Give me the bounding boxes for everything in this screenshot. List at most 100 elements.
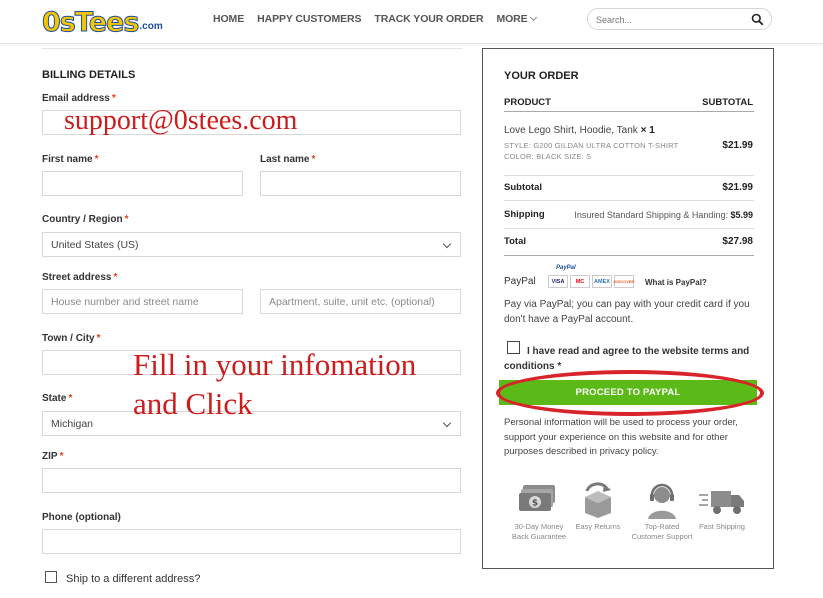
first-name-label: First name *	[42, 154, 98, 165]
state-label-text: State	[42, 393, 67, 404]
discover-icon: DISCOVER	[614, 275, 634, 288]
phone-label: Phone (optional)	[42, 512, 121, 523]
order-title: YOUR ORDER	[504, 70, 579, 82]
col-product-header: PRODUCT	[504, 97, 551, 108]
order-summary: YOUR ORDER PRODUCT SUBTOTAL Love Lego Sh…	[482, 48, 774, 569]
product-qty: × 1	[640, 125, 655, 136]
badge-line: Fast Shipping	[699, 522, 745, 531]
product-name-text: Love Lego Shirt, Hoodie, Tank	[504, 125, 638, 136]
city-label-text: Town / City	[42, 333, 95, 344]
badge-line: Customer Support	[631, 532, 693, 541]
badge-line: Back Guarantee	[511, 532, 567, 541]
first-name-label-text: First name	[42, 154, 93, 165]
nav-home[interactable]: HOME	[213, 13, 244, 25]
required-mark: *	[111, 93, 116, 104]
divider	[504, 228, 754, 229]
subtotal-value: $21.99	[722, 182, 753, 193]
email-label: Email address *	[42, 93, 116, 104]
main-nav: HOME HAPPY CUSTOMERS TRACK YOUR ORDER MO…	[213, 13, 549, 25]
total-label: Total	[504, 236, 526, 247]
instruction-annotation: Fill in your infomation and Click	[133, 345, 416, 423]
instruction-line-1: Fill in your infomation	[133, 347, 417, 382]
badge-line: Easy Returns	[575, 522, 621, 531]
phone-field[interactable]	[42, 529, 461, 554]
privacy-notice: Personal information will be used to pro…	[504, 417, 738, 457]
ship-different-checkbox[interactable]	[45, 571, 57, 583]
state-value: Michigan	[51, 418, 94, 430]
divider	[504, 111, 754, 112]
shipping-value: $5.99	[730, 210, 753, 220]
site-header: 0sTees .com HOME HAPPY CUSTOMERS TRACK Y…	[0, 0, 823, 44]
city-label: Town / City *	[42, 333, 101, 344]
first-name-field[interactable]	[42, 171, 243, 196]
amex-icon: AMEX	[592, 275, 612, 288]
nav-more[interactable]: MORE	[496, 13, 537, 25]
zip-label: ZIP *	[42, 451, 63, 462]
logo-text: 0sTees	[41, 7, 139, 38]
nav-track-order[interactable]: TRACK YOUR ORDER	[374, 13, 483, 25]
divider	[504, 175, 754, 176]
badge-customer-support: Top-Rated Customer Support	[629, 481, 695, 542]
badge-line: Top-Rated	[644, 522, 680, 531]
last-name-field[interactable]	[260, 171, 461, 196]
site-logo[interactable]: 0sTees .com	[41, 2, 163, 38]
billing-title: BILLING DETAILS	[42, 69, 136, 81]
shipping-method-text: Insured Standard Shipping & Handing:	[574, 210, 728, 220]
state-label: State *	[42, 393, 72, 404]
street-label-text: Street address	[42, 272, 112, 283]
paypal-logo-text: PayPal	[556, 265, 576, 271]
badge-easy-returns: Easy Returns	[567, 481, 629, 532]
product-price: $21.99	[722, 140, 753, 151]
support-headset-icon	[648, 483, 676, 519]
divider	[42, 48, 462, 49]
email-label-text: Email address	[42, 93, 110, 104]
zip-label-text: ZIP	[42, 451, 58, 462]
search-box	[587, 8, 772, 30]
street-label: Street address *	[42, 272, 117, 283]
search-icon[interactable]	[751, 13, 764, 26]
nav-happy-customers[interactable]: HAPPY CUSTOMERS	[257, 13, 361, 25]
country-label: Country / Region *	[42, 214, 128, 225]
chevron-down-icon	[529, 13, 537, 22]
required-mark: *	[311, 154, 316, 165]
zip-field[interactable]	[42, 468, 461, 493]
product-name: Love Lego Shirt, Hoodie, Tank × 1	[504, 125, 655, 136]
street-address-2-field[interactable]	[260, 289, 461, 314]
logo-domain: .com	[139, 21, 163, 32]
divider	[504, 255, 754, 256]
badge-line: 30-Day Money	[514, 522, 564, 531]
last-name-label-text: Last name	[260, 154, 310, 165]
country-select[interactable]: United States (US)	[42, 232, 461, 257]
product-color-size: COLOR: BLACK SIZE: S	[504, 152, 592, 161]
nav-more-label: MORE	[496, 13, 528, 25]
last-name-label: Last name *	[260, 154, 315, 165]
required-mark: *	[113, 272, 118, 283]
terms-checkbox[interactable]	[507, 341, 520, 354]
col-subtotal-header: SUBTOTAL	[702, 97, 753, 108]
total-value: $27.98	[722, 236, 753, 247]
box-return-icon	[585, 482, 611, 518]
instruction-line-2: and Click	[133, 386, 253, 421]
chevron-down-icon	[442, 239, 452, 249]
shipping-method: Insured Standard Shipping & Handing: $5.…	[574, 210, 753, 220]
street-address-field[interactable]	[42, 289, 243, 314]
what-is-paypal-link[interactable]: What is PayPal?	[645, 278, 707, 287]
proceed-to-paypal-button[interactable]: PROCEED TO PAYPAL	[499, 380, 757, 405]
terms-label[interactable]: I have read and agree to the website ter…	[504, 344, 766, 374]
country-label-text: Country / Region	[42, 214, 123, 225]
subtotal-label: Subtotal	[504, 182, 542, 193]
divider	[504, 200, 754, 201]
required-mark: *	[96, 333, 101, 344]
badge-fast-shipping: Fast Shipping	[691, 481, 753, 532]
required-mark: *	[59, 451, 64, 462]
ship-different-label[interactable]: Ship to a different address?	[66, 573, 200, 585]
payment-card-logos: PayPal VISA MC AMEX DISCOVER	[548, 265, 634, 288]
paypal-method-label[interactable]: PayPal	[504, 276, 536, 287]
svg-text:$: $	[532, 499, 538, 509]
mastercard-icon: MC	[570, 275, 590, 288]
search-input[interactable]	[596, 12, 746, 27]
visa-icon: VISA	[548, 275, 568, 288]
required-mark: *	[124, 214, 129, 225]
chevron-down-icon	[442, 418, 452, 428]
money-icon: $	[519, 485, 555, 511]
